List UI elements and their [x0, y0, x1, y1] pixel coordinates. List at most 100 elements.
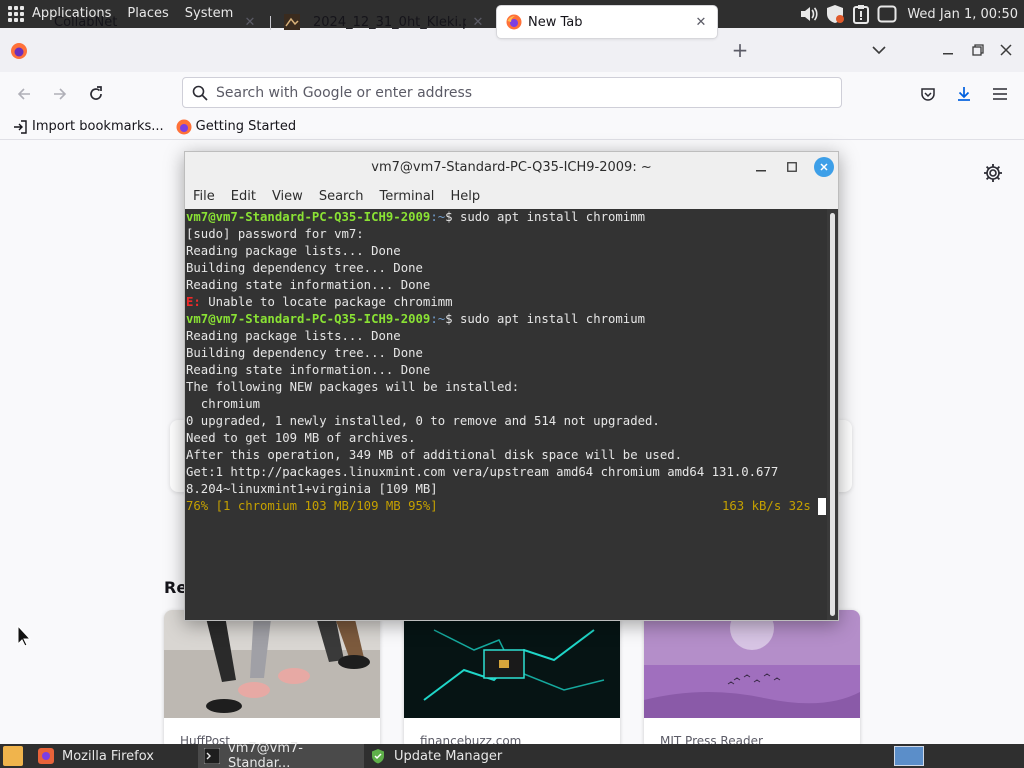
terminal-line: Need to get 109 MB of archives.	[186, 431, 416, 445]
bookmark-label: Import bookmarks...	[32, 119, 164, 134]
search-icon	[192, 85, 208, 101]
error-message: Unable to locate package chromimm	[200, 295, 453, 309]
downloads-icon[interactable]	[950, 80, 978, 108]
taskbar-item-update-manager[interactable]: Update Manager	[364, 744, 534, 768]
import-icon	[12, 119, 28, 135]
system-tray: Wed Jan 1, 00:50	[799, 0, 1024, 28]
back-icon[interactable]	[10, 80, 38, 108]
reload-icon[interactable]	[82, 80, 110, 108]
prompt-symbol: $	[445, 210, 460, 224]
workspace-switcher[interactable]	[894, 746, 924, 766]
taskbar-label: Update Manager	[394, 748, 503, 764]
command-text: sudo apt install chromimm	[459, 210, 646, 224]
prompt-path: :~	[430, 210, 446, 224]
tab-label: New Tab	[528, 14, 583, 30]
close-icon[interactable]: ✕	[466, 10, 490, 34]
story-card-financebuzz[interactable]: financebuzz.com	[404, 610, 620, 750]
getting-started-link[interactable]: Getting Started	[176, 115, 297, 139]
terminal-menubar: File Edit View Search Terminal Help	[185, 184, 838, 208]
forward-icon[interactable]	[46, 80, 74, 108]
maximize-icon[interactable]	[782, 157, 802, 177]
terminal-scrollbar[interactable]	[827, 209, 838, 620]
error-prefix: E:	[186, 295, 201, 309]
minimize-icon[interactable]	[936, 38, 960, 62]
menu-terminal[interactable]: Terminal	[371, 189, 442, 204]
tab-kleki-image[interactable]: 2024_12_31_0ht_Kleki.png ✕	[272, 6, 494, 38]
pocket-icon[interactable]	[914, 80, 942, 108]
bookmarks-toolbar: Import bookmarks... Getting Started	[0, 114, 1024, 140]
menu-file[interactable]: File	[185, 189, 223, 204]
terminal-titlebar[interactable]: vm7@vm7-Standard-PC-Q35-ICH9-2009: ~	[185, 152, 838, 182]
close-icon[interactable]: ✕	[238, 10, 262, 34]
new-tab-button[interactable]: +	[728, 38, 752, 62]
restore-icon[interactable]	[966, 38, 990, 62]
import-bookmarks-link[interactable]: Import bookmarks...	[12, 115, 164, 139]
volume-icon[interactable]	[799, 4, 819, 24]
terminal-line: Building dependency tree... Done	[186, 261, 423, 275]
terminal-line: Building dependency tree... Done	[186, 346, 423, 360]
shield-icon[interactable]	[825, 4, 845, 24]
firefox-view-icon[interactable]	[10, 42, 28, 60]
tab-new-tab[interactable]: New Tab ✕	[497, 6, 717, 38]
prompt-user: vm7@vm7-Standard-PC-Q35-ICH9-2009	[186, 210, 431, 224]
taskbar-item-terminal[interactable]: vm7@vm7-Standar...	[198, 741, 364, 768]
menu-view[interactable]: View	[264, 189, 311, 204]
taskbar-label: Mozilla Firefox	[62, 748, 154, 764]
terminal-line: chromium	[186, 397, 261, 411]
terminal-window: vm7@vm7-Standard-PC-Q35-ICH9-2009: ~ Fil…	[184, 151, 839, 621]
prompt-path: :~	[430, 312, 446, 326]
taskbar-item-firefox[interactable]: Mozilla Firefox	[32, 744, 194, 768]
hamburger-menu-icon[interactable]	[986, 80, 1014, 108]
terminal-line: Reading state information... Done	[186, 278, 431, 292]
terminal-line: 0 upgraded, 1 newly installed, 0 to remo…	[186, 414, 660, 428]
menu-edit[interactable]: Edit	[223, 189, 264, 204]
terminal-title: vm7@vm7-Standard-PC-Q35-ICH9-2009: ~	[371, 159, 652, 175]
terminal-line: The following NEW packages will be insta…	[186, 380, 520, 394]
close-icon[interactable]: ✕	[689, 10, 713, 34]
clipboard-icon[interactable]	[851, 4, 871, 24]
story-card-mit-press[interactable]: MIT Press Reader	[644, 610, 860, 750]
bookmark-label: Getting Started	[195, 119, 297, 134]
circuit-chip-image	[404, 610, 620, 718]
menu-help[interactable]: Help	[442, 189, 488, 204]
show-desktop-icon[interactable]	[3, 746, 23, 766]
tab-label: 2024_12_31_0ht_Kleki.png	[313, 14, 466, 30]
terminal-line: [sudo] password for vm7:	[186, 227, 364, 241]
image-thumbnail-icon	[284, 14, 300, 30]
minimize-icon[interactable]	[751, 157, 771, 177]
taskbar-label: vm7@vm7-Standar...	[228, 741, 303, 768]
url-input[interactable]	[216, 79, 816, 106]
terminal-output[interactable]: vm7@vm7-Standard-PC-Q35-ICH9-2009:~$ sud…	[185, 209, 827, 620]
apps-grid-icon	[8, 6, 24, 22]
gear-icon[interactable]	[982, 162, 1004, 184]
shield-icon	[370, 748, 386, 764]
story-card-huffpost[interactable]: HuffPost	[164, 610, 380, 750]
terminal-icon	[203, 747, 221, 765]
clock[interactable]: Wed Jan 1, 00:50	[907, 7, 1018, 22]
prompt-user: vm7@vm7-Standard-PC-Q35-ICH9-2009	[186, 312, 431, 326]
terminal-line: Reading package lists... Done	[186, 244, 401, 258]
progress-line: 76% [1 chromium 103 MB/109 MB 95%] 163 kB…	[186, 498, 827, 515]
terminal-line: Get:1 http://packages.linuxmint.com vera…	[186, 465, 779, 479]
text-cursor	[818, 498, 826, 515]
window-icon[interactable]	[877, 4, 897, 24]
running-shoes-image	[164, 610, 380, 718]
firefox-icon	[506, 14, 522, 30]
firefox-icon	[38, 748, 54, 764]
menu-search[interactable]: Search	[311, 189, 372, 204]
tab-label: CollabNet	[54, 14, 118, 30]
progress-status: 76% [1 chromium 103 MB/109 MB 95%]	[186, 499, 438, 513]
tab-separator	[270, 16, 271, 30]
prompt-symbol: $	[445, 312, 460, 326]
terminal-line: Reading state information... Done	[186, 363, 431, 377]
list-all-tabs-icon[interactable]	[867, 38, 891, 62]
purple-sky-birds-image	[644, 610, 860, 718]
progress-rate: 163 kB/s 32s	[722, 499, 811, 513]
terminal-line: E: Unable to locate package chromimm	[186, 294, 827, 311]
close-window-icon[interactable]	[994, 38, 1018, 62]
mouse-pointer-icon	[17, 624, 33, 647]
tab-collabnet[interactable]: CollabNet ✕	[40, 6, 266, 38]
address-bar[interactable]	[182, 77, 842, 108]
close-icon[interactable]	[814, 157, 834, 177]
scrollbar-thumb[interactable]	[830, 213, 835, 616]
